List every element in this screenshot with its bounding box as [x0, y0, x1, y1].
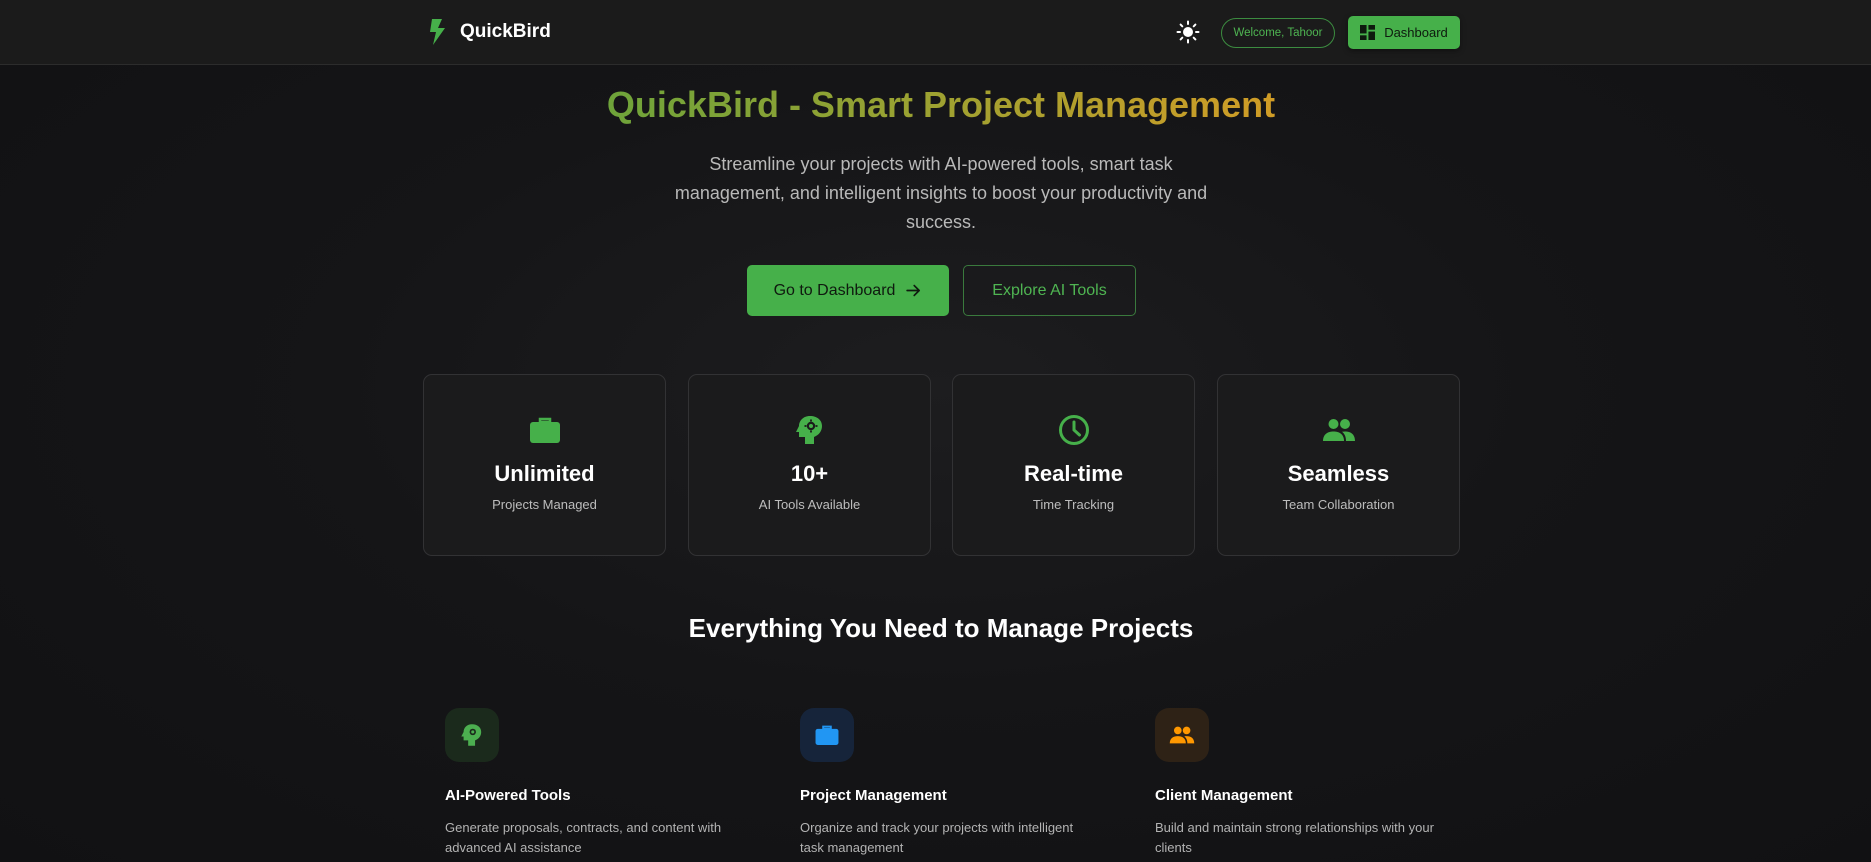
feature-icon-wrapper: [1155, 708, 1209, 762]
go-to-dashboard-label: Go to Dashboard: [773, 281, 896, 299]
explore-ai-tools-button[interactable]: Explore AI Tools: [963, 265, 1136, 316]
brand-name: QuickBird: [460, 21, 551, 42]
hero-title-text: QuickBird - Smart Project Management: [606, 84, 1276, 125]
dashboard-button[interactable]: Dashboard: [1348, 16, 1460, 49]
arrow-right-icon: [906, 284, 921, 297]
stat-label: Team Collaboration: [1282, 497, 1395, 512]
stat-label: Time Tracking: [1032, 497, 1115, 512]
feature-ai-powered-tools: AI-Powered Tools Generate proposals, con…: [445, 708, 745, 858]
stat-value: Real-time: [1023, 461, 1124, 486]
sun-icon[interactable]: [1176, 20, 1200, 44]
welcome-badge: Welcome, Tahoor: [1221, 18, 1335, 48]
hero-title: QuickBird - Smart Project Management: [0, 84, 1871, 126]
lightning-bolt-icon: [430, 19, 445, 45]
stat-card-ai-tools: 10+ AI Tools Available: [688, 374, 931, 556]
top-navbar: QuickBird Welcome, Tahoor Dashboard: [0, 0, 1871, 65]
people-icon: [1169, 726, 1195, 744]
brain-gear-icon: [461, 724, 482, 746]
feature-description: Build and maintain strong relationships …: [1155, 820, 1434, 855]
feature-title: AI-Powered Tools: [445, 787, 571, 804]
feature-title: Client Management: [1155, 787, 1293, 804]
explore-ai-tools-label: Explore AI Tools: [992, 281, 1107, 299]
clock-icon: [1059, 415, 1089, 445]
feature-icon-wrapper: [445, 708, 499, 762]
briefcase-icon: [530, 417, 560, 443]
people-icon: [1323, 419, 1355, 441]
stat-card-projects: Unlimited Projects Managed: [423, 374, 666, 556]
go-to-dashboard-button[interactable]: Go to Dashboard: [747, 265, 949, 316]
feature-title: Project Management: [800, 787, 947, 804]
stat-card-collaboration: Seamless Team Collaboration: [1217, 374, 1460, 556]
dashboard-grid-icon: [1360, 25, 1376, 40]
feature-description: Generate proposals, contracts, and conte…: [445, 820, 722, 855]
hero-subtitle: Streamline your projects with AI-powered…: [674, 154, 1208, 232]
stat-value: Seamless: [1287, 461, 1390, 486]
feature-client-management: Client Management Build and maintain str…: [1155, 708, 1455, 858]
feature-icon-wrapper: [800, 708, 854, 762]
stat-card-time-tracking: Real-time Time Tracking: [952, 374, 1195, 556]
stat-value: 10+: [790, 461, 829, 486]
brand[interactable]: QuickBird: [428, 19, 551, 45]
feature-project-management: Project Management Organize and track yo…: [800, 708, 1100, 858]
brain-gear-icon: [796, 416, 822, 444]
feature-description: Organize and track your projects with in…: [800, 820, 1074, 855]
stat-label: AI Tools Available: [758, 497, 861, 512]
stat-label: Projects Managed: [492, 497, 597, 512]
briefcase-icon: [815, 725, 839, 745]
features-section-title: Everything You Need to Manage Projects: [688, 613, 1194, 643]
dashboard-button-label: Dashboard: [1384, 25, 1448, 40]
stat-value: Unlimited: [494, 461, 595, 486]
